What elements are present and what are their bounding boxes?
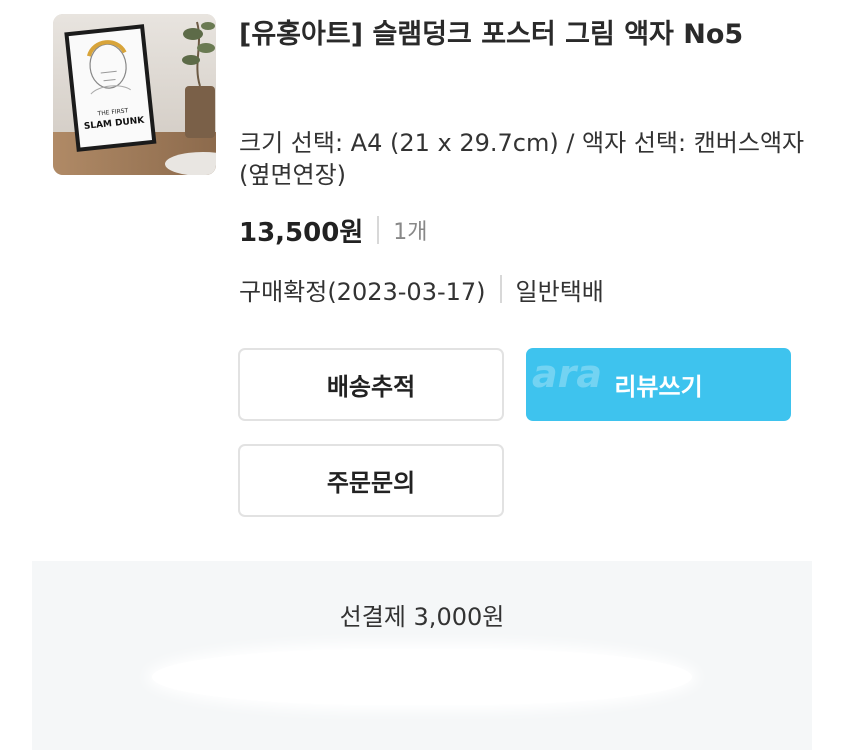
product-price: 13,500원 [239, 217, 364, 248]
watermark: ara [532, 352, 603, 396]
redacted-area [152, 649, 692, 705]
product-option: 크기 선택: A4 (21 x 29.7cm) / 액자 선택: 캔버스액자(옆… [239, 129, 805, 189]
order-inquiry-label: 주문문의 [326, 469, 416, 497]
order-inquiry-button[interactable]: 주문문의 [238, 444, 504, 517]
shipping-prepaid-text: 선결제 3,000원 [339, 603, 505, 631]
product-quantity: 1개 [393, 220, 428, 245]
price-row: 13,500원 1개 [239, 212, 428, 248]
order-status-row: 구매확정(2023-03-17) 일반택배 [239, 271, 604, 307]
order-item-page: THE FIRST SLAM DUNK [유홍아트] 슬램덩크 포스터 그림 액… [0, 0, 845, 750]
write-review-button[interactable]: ara 리뷰쓰기 [526, 348, 791, 421]
product-title[interactable]: [유홍아트] 슬램덩크 포스터 그림 액자 No5 [239, 14, 809, 56]
divider [499, 275, 502, 303]
track-delivery-button[interactable]: 배송추적 [238, 348, 504, 421]
track-delivery-label: 배송추적 [326, 373, 416, 401]
divider [377, 216, 380, 244]
delivery-type: 일반택배 [515, 277, 604, 306]
product-photo-framed-poster: THE FIRST SLAM DUNK [53, 14, 216, 175]
purchase-status: 구매확정(2023-03-17) [239, 277, 486, 306]
product-thumbnail[interactable]: THE FIRST SLAM DUNK [53, 14, 216, 175]
write-review-label: 리뷰쓰기 [614, 373, 703, 401]
shipping-fee-panel: 선결제 3,000원 [32, 561, 812, 750]
